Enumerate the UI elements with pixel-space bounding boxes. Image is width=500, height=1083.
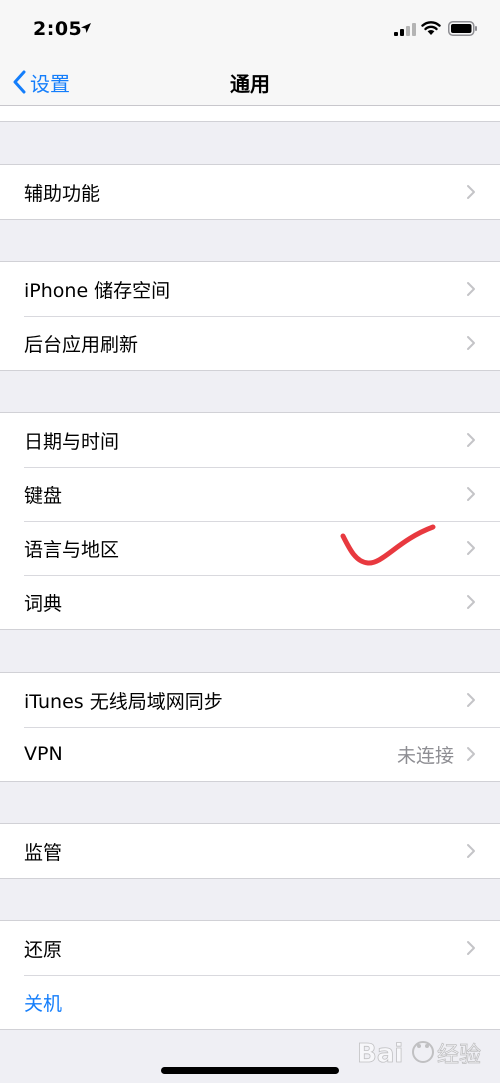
list-group-accessibility: 辅助功能 [0,164,500,220]
list-group-supervision: 监管 [0,823,500,879]
battery-icon [448,21,477,36]
chevron-right-icon [467,941,475,955]
list-group-sync-vpn: iTunes 无线局域网同步 VPN 未连接 [0,672,500,782]
chevron-right-icon [467,541,475,555]
vpn-status-value: 未连接 [396,744,454,767]
list-group-storage: iPhone 储存空间 后台应用刷新 [0,261,500,371]
red-checkmark-annotation [340,524,436,566]
list-group-top-partial [0,106,500,122]
svg-text:经验: 经验 [437,1043,481,1068]
list-item-dictionary[interactable]: 词典 [0,575,500,629]
list-item-label: iTunes 无线局域网同步 [24,690,223,713]
list-item-background-refresh[interactable]: 后台应用刷新 [0,316,500,370]
chevron-right-icon [467,487,475,501]
chevron-right-icon [467,747,475,761]
baidu-jingyan-watermark-logo: Bai 经验 [357,1039,482,1070]
chevron-right-icon [467,282,475,296]
wifi-icon [421,21,441,35]
shut-down-label: 关机 [24,992,63,1015]
list-item-label: 后台应用刷新 [24,333,139,356]
status-time: 2:05 [33,18,83,40]
list-item-label: iPhone 储存空间 [24,279,171,302]
list-item-keyboard[interactable]: 键盘 [0,467,500,521]
list-item-label: 键盘 [24,484,63,507]
list-item-vpn[interactable]: VPN 未连接 [0,727,500,781]
location-arrow-icon [81,23,91,33]
page-title: 通用 [230,72,270,96]
list-item-label: 词典 [24,592,63,615]
list-item-shut-down[interactable]: 关机 [0,975,500,1029]
navigation-bar: 设置 通用 [0,58,500,106]
home-indicator[interactable] [161,1067,339,1074]
chevron-right-icon [467,336,475,350]
chevron-right-icon [467,595,475,609]
list-item-iphone-storage[interactable]: iPhone 储存空间 [0,262,500,316]
list-item-label: 还原 [24,938,63,961]
list-group-reset: 还原 关机 [0,920,500,1030]
chevron-right-icon [467,844,475,858]
list-item-label: 日期与时间 [24,430,120,453]
list-item-label: 语言与地区 [24,538,120,561]
svg-text:Bai: Bai [357,1039,403,1069]
list-item-date-time[interactable]: 日期与时间 [0,413,500,467]
list-item-label: VPN [24,743,63,765]
chevron-right-icon [467,693,475,707]
list-item-itunes-wifi-sync[interactable]: iTunes 无线局域网同步 [0,673,500,727]
list-item-accessibility[interactable]: 辅助功能 [0,165,500,219]
list-item-label: 监管 [24,841,63,864]
list-item-reset[interactable]: 还原 [0,921,500,975]
cellular-signal-icon [394,23,416,36]
list-item-label: 辅助功能 [24,182,101,205]
status-bar: 2:05 [0,0,500,58]
chevron-right-icon [467,433,475,447]
chevron-right-icon [467,185,475,199]
list-item-supervision[interactable]: 监管 [0,824,500,878]
